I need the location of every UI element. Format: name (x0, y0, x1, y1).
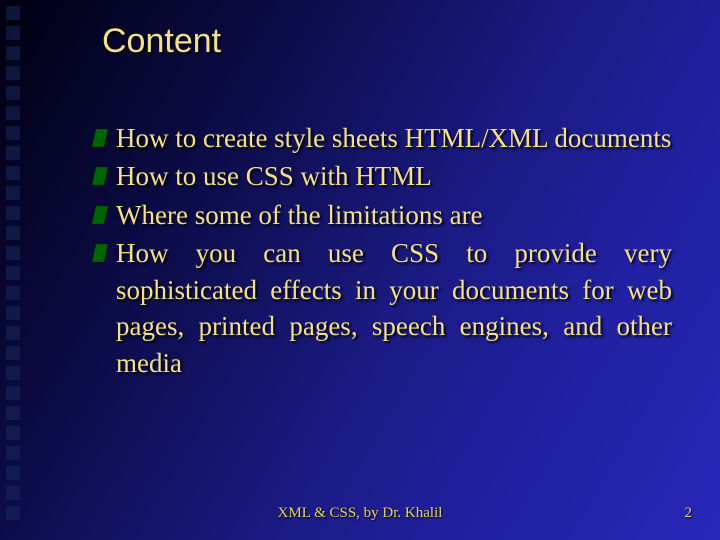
list-item: Where some of the limitations are (92, 197, 672, 233)
list-item-text: How to use CSS with HTML (116, 158, 672, 194)
bullet-list: How to create style sheets HTML/XML docu… (92, 120, 672, 383)
parallelogram-bullet-icon (92, 129, 108, 147)
parallelogram-bullet-icon (92, 206, 108, 224)
decorative-left-squares (0, 0, 36, 540)
page-number: 2 (685, 505, 693, 522)
parallelogram-bullet-icon (92, 167, 108, 185)
list-item: How you can use CSS to provide very soph… (92, 235, 672, 381)
list-item: How to create style sheets HTML/XML docu… (92, 120, 672, 156)
list-item-text: How to create style sheets HTML/XML docu… (116, 120, 672, 156)
footer-text: XML & CSS, by Dr. Khalil (0, 505, 720, 522)
slide-title: Content (102, 22, 221, 61)
parallelogram-bullet-icon (92, 244, 108, 262)
list-item-text: Where some of the limitations are (116, 197, 672, 233)
list-item-text: How you can use CSS to provide very soph… (116, 235, 672, 381)
list-item: How to use CSS with HTML (92, 158, 672, 194)
